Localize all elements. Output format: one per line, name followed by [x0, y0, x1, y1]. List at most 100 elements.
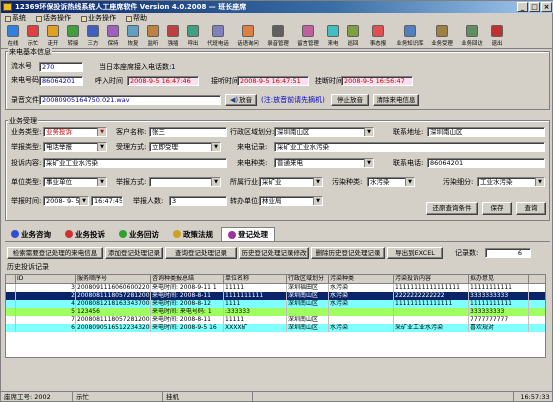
add-register-button[interactable]: 添加登记处理记录: [105, 247, 163, 259]
table-row[interactable]: 7 20080811180572812002 来电时间: 2008-8-11 1111…: [6, 316, 545, 324]
grid-header-cell[interactable]: 行政区域划分: [287, 275, 329, 283]
grid-header-cell[interactable]: 服务顺序号: [76, 275, 151, 283]
toolbar-button-7[interactable]: 监听: [143, 24, 163, 49]
agent-state-status: 示忙: [73, 392, 163, 402]
toolbar-label: 代班电话: [207, 40, 229, 47]
table-row[interactable]: 5 123456 来电时间: 来电号码: 1:333333 333333333: [6, 308, 545, 316]
call-record-field[interactable]: 采矿业工业水污染: [274, 142, 545, 152]
stop-play-button[interactable]: 停止放音: [331, 94, 369, 106]
toolbar-button-4[interactable]: 三方: [83, 24, 103, 49]
table-cell: 喜欢规对: [469, 324, 529, 332]
caller-number-field[interactable]: 86064201: [39, 76, 83, 86]
close-button[interactable]: ×: [541, 2, 552, 12]
tab-register[interactable]: 登记处理: [221, 227, 275, 241]
table-cell: 5: [16, 308, 76, 316]
menu-business-ops[interactable]: 业务操作: [81, 13, 116, 24]
report-way-select[interactable]: [149, 177, 221, 187]
toolbar-button-18[interactable]: 业务受理: [427, 24, 457, 49]
toolbar-button-16[interactable]: 事态报: [363, 24, 393, 49]
grid-header-cell[interactable]: 污染投诉内容: [394, 275, 469, 283]
register-icon: [228, 230, 236, 239]
toolbar-button-19[interactable]: 业务回访: [457, 24, 487, 49]
report-date-picker[interactable]: 2008- 9- 5: [43, 196, 89, 206]
record-file-field[interactable]: 20080905164750.021.wav: [39, 95, 221, 105]
hangup-time-field[interactable]: 2008-9-5 16:56:47: [341, 76, 413, 86]
grid-header-cell[interactable]: ID: [16, 275, 76, 283]
play-hint: (注:放音前请先摘机): [261, 96, 325, 104]
area-select[interactable]: 深圳南山区: [274, 127, 374, 137]
industry-select[interactable]: 采矿业: [259, 177, 323, 187]
toolbar-button-8[interactable]: 强插: [163, 24, 183, 49]
toolbar-button-3[interactable]: 转接: [63, 24, 83, 49]
table-row[interactable]: 6 20080905165122343200 来电时间: 2008-9-5 16 XX…: [6, 324, 545, 332]
table-cell: 11111111111111111: [394, 284, 469, 292]
menu-call-ops[interactable]: 话务操作: [36, 13, 71, 24]
pollution-sub-select[interactable]: 工业水污染: [477, 177, 545, 187]
toolbar-button-14[interactable]: 来电: [323, 24, 343, 49]
query-button[interactable]: 查询: [516, 202, 546, 215]
table-cell: [394, 316, 469, 324]
toolbar-button-15[interactable]: 巡回: [343, 24, 363, 49]
clear-call-info-button[interactable]: 清除来电信息: [373, 94, 419, 106]
reporter-count-field[interactable]: 3: [169, 196, 227, 206]
grid-header-cell[interactable]: 单位名称: [224, 275, 287, 283]
toolbar-button-17[interactable]: 业务知识库: [393, 24, 427, 49]
grid-header-cell[interactable]: 污染种类: [329, 275, 394, 283]
tab-revisit[interactable]: 业务回访: [113, 227, 165, 241]
pollution-kind-select[interactable]: 水污染: [367, 177, 415, 187]
save-button[interactable]: 保存: [482, 202, 512, 215]
call-in-time-field[interactable]: 2008-9-5 16:47:46: [127, 76, 199, 86]
toolbar-button-11[interactable]: 话语询问: [233, 24, 263, 49]
transfer-dept-select[interactable]: 林业局: [259, 196, 323, 206]
complaint-content-field[interactable]: 采矿业工业水污染: [43, 158, 227, 168]
delete-history-button[interactable]: 删除历史登记处理记录: [311, 247, 385, 259]
minimize-button[interactable]: _: [517, 2, 528, 12]
toolbar-button-5[interactable]: 保持: [103, 24, 123, 49]
edit-history-button[interactable]: 历史登记处理记录修改: [239, 247, 309, 259]
toolbar-button-9[interactable]: 呼出: [183, 24, 203, 49]
toolbar-button-10[interactable]: 代班电话: [203, 24, 233, 49]
toolbar-button-2[interactable]: 走开: [43, 24, 63, 49]
queue-field[interactable]: 270: [39, 62, 83, 72]
biz-type-select[interactable]: 业务投诉: [43, 127, 107, 137]
menu-system[interactable]: 系统: [5, 13, 26, 24]
maximize-button[interactable]: □: [529, 2, 540, 12]
today-count-label: 当日本座席接入电话数:: [99, 63, 172, 71]
toolbar-label: 监听: [147, 40, 159, 47]
toolbar-button-0[interactable]: 在线: [3, 24, 23, 49]
grid-header-cell[interactable]: 咨询种类报总结: [151, 275, 224, 283]
menu-help[interactable]: 帮助: [126, 13, 147, 24]
toolbar-button-12[interactable]: 录音管理: [263, 24, 293, 49]
unit-type-select[interactable]: 事业单位: [43, 177, 107, 187]
tab-policy[interactable]: 政策法规: [167, 227, 219, 241]
client-name-field[interactable]: 张三: [149, 127, 227, 137]
toolbar-button-6[interactable]: 恢复: [123, 24, 143, 49]
grid-header-cell[interactable]: 拟办意见: [469, 275, 529, 283]
table-cell: 20080811180572812002: [77, 316, 151, 324]
search-register-button[interactable]: 检索需要登记处理的来电信息: [7, 247, 103, 259]
tab-complaint[interactable]: 业务投诉: [59, 227, 111, 241]
report-clock-field[interactable]: 16:47:45: [91, 196, 123, 206]
history-grid[interactable]: ID 服务顺序号 咨询种类报总结 单位名称 行政区域划分 污染种类 污染投诉内容 拟办意见 3 2…: [5, 274, 546, 358]
play-button[interactable]: ◀) 放音: [225, 94, 257, 106]
table-row[interactable]: 3 200809111606060022002 来电时间: 2008-9-11 11…: [6, 284, 545, 292]
toolbar-button-20[interactable]: 退出: [487, 24, 507, 49]
record-file-label: 录音文件: [11, 96, 39, 104]
table-cell: 深圳福田区: [287, 284, 329, 292]
accept-way-select[interactable]: 立即受理: [149, 142, 221, 152]
agent-id-status: 座席工号: 2002: [1, 392, 73, 402]
table-row[interactable]: 4 20080812181633437002 来电时间: 2008-8-12 1111…: [6, 300, 545, 308]
toolbar-button-13[interactable]: 留言管理: [293, 24, 323, 49]
tab-consult[interactable]: 业务咨询: [5, 227, 57, 241]
reset-query-button[interactable]: 还原查询条件: [426, 202, 478, 215]
export-excel-button[interactable]: 导出到EXCEL: [387, 247, 443, 259]
query-register-button[interactable]: 查询登记处理记录: [165, 247, 237, 259]
toolbar-button-1[interactable]: 示忙: [23, 24, 43, 49]
phone-field[interactable]: 86064201: [427, 158, 545, 168]
table-row[interactable]: 2 20080811180572812002 来电时间: 2008-8-11 1111…: [6, 292, 545, 300]
client-name-label: 客户名称:: [116, 128, 147, 136]
report-type-select[interactable]: 电话举报: [43, 142, 107, 152]
answer-time-field[interactable]: 2008-9-5 16:47:51: [237, 76, 309, 86]
call-kind-select[interactable]: 普通来电: [274, 158, 374, 168]
address-field[interactable]: 深圳南山区: [427, 127, 545, 137]
